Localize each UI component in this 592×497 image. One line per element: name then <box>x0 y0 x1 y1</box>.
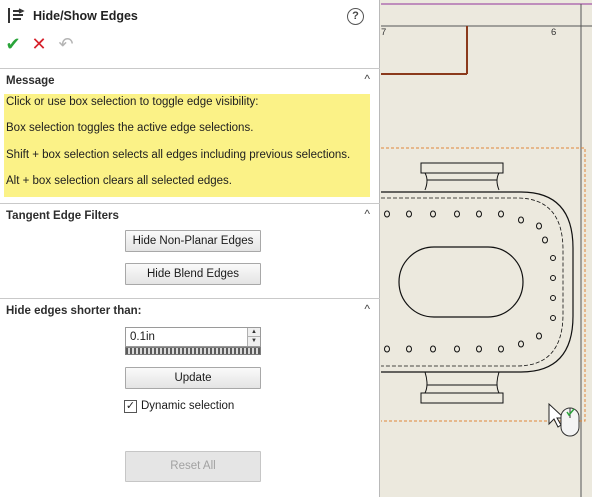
mouse-cursor-icon <box>548 402 580 437</box>
dynamic-selection-label: Dynamic selection <box>141 400 235 412</box>
center-slot <box>398 246 524 318</box>
update-button[interactable]: Update <box>125 367 261 389</box>
spin-up-icon[interactable]: ▲ <box>248 328 260 337</box>
spin-down-icon[interactable]: ▼ <box>248 337 260 346</box>
hide-non-planar-edges-button[interactable]: Hide Non-Planar Edges <box>125 230 261 252</box>
edge-length-thumbwheel[interactable] <box>125 347 261 355</box>
short-edges-section-header[interactable]: Hide edges shorter than: ^ <box>0 298 380 322</box>
help-icon[interactable]: ? <box>347 8 364 25</box>
edge-length-input[interactable]: 0.1in ▲ ▼ <box>125 327 261 347</box>
selection-box <box>381 147 586 422</box>
short-edges-title: Hide edges shorter than: <box>6 305 142 317</box>
zone-label: 7 <box>381 27 387 38</box>
collapse-chevron-icon[interactable]: ^ <box>364 72 370 86</box>
panel-title: Hide/Show Edges <box>33 9 138 23</box>
property-manager-panel: Hide/Show Edges ? ✔ ✕ ↶ Message ^ Click … <box>0 0 380 497</box>
hide-show-edges-icon <box>7 6 27 26</box>
dynamic-selection-checkbox[interactable]: ✓ <box>124 400 137 413</box>
message-box: Click or use box selection to toggle edg… <box>4 94 370 197</box>
cancel-x-icon[interactable]: ✕ <box>29 34 49 54</box>
action-bar: ✔ ✕ ↶ <box>0 32 380 56</box>
neck-flange-bottom <box>420 392 504 404</box>
housing-outline <box>381 191 574 373</box>
reset-all-button[interactable]: Reset All <box>125 451 261 482</box>
neck-flange-top <box>420 162 504 174</box>
collapse-chevron-icon[interactable]: ^ <box>364 207 370 221</box>
panel-titlebar: Hide/Show Edges ? <box>0 0 380 32</box>
tangent-filters-title: Tangent Edge Filters <box>6 210 119 222</box>
message-section-header[interactable]: Message ^ <box>0 68 380 92</box>
housing-inner-outline <box>381 197 564 367</box>
message-line: Box selection toggles the active edge se… <box>6 122 254 134</box>
hide-blend-edges-button[interactable]: Hide Blend Edges <box>125 263 261 285</box>
edge-length-spinner[interactable]: ▲ ▼ <box>247 328 260 346</box>
ok-check-icon[interactable]: ✔ <box>3 34 23 54</box>
neck-top-fillet <box>424 172 500 191</box>
bolt-holes-bottom <box>384 332 542 353</box>
message-section-title: Message <box>6 75 55 87</box>
collapse-chevron-icon[interactable]: ^ <box>364 302 370 316</box>
bolt-holes-top <box>384 210 548 244</box>
zone-label: 6 <box>551 27 557 38</box>
drawing-canvas[interactable]: 7 6 <box>381 0 592 497</box>
neck-bottom-fillet <box>424 371 500 394</box>
undo-icon[interactable]: ↶ <box>56 34 76 54</box>
edge-length-value: 0.1in <box>130 331 155 343</box>
bolt-holes-right <box>550 255 556 321</box>
tangent-filters-section-header[interactable]: Tangent Edge Filters ^ <box>0 203 380 227</box>
drawing-svg <box>381 3 592 497</box>
message-line: Click or use box selection to toggle edg… <box>6 96 259 108</box>
message-line: Shift + box selection selects all edges … <box>6 149 351 161</box>
message-line: Alt + box selection clears all selected … <box>6 175 232 187</box>
